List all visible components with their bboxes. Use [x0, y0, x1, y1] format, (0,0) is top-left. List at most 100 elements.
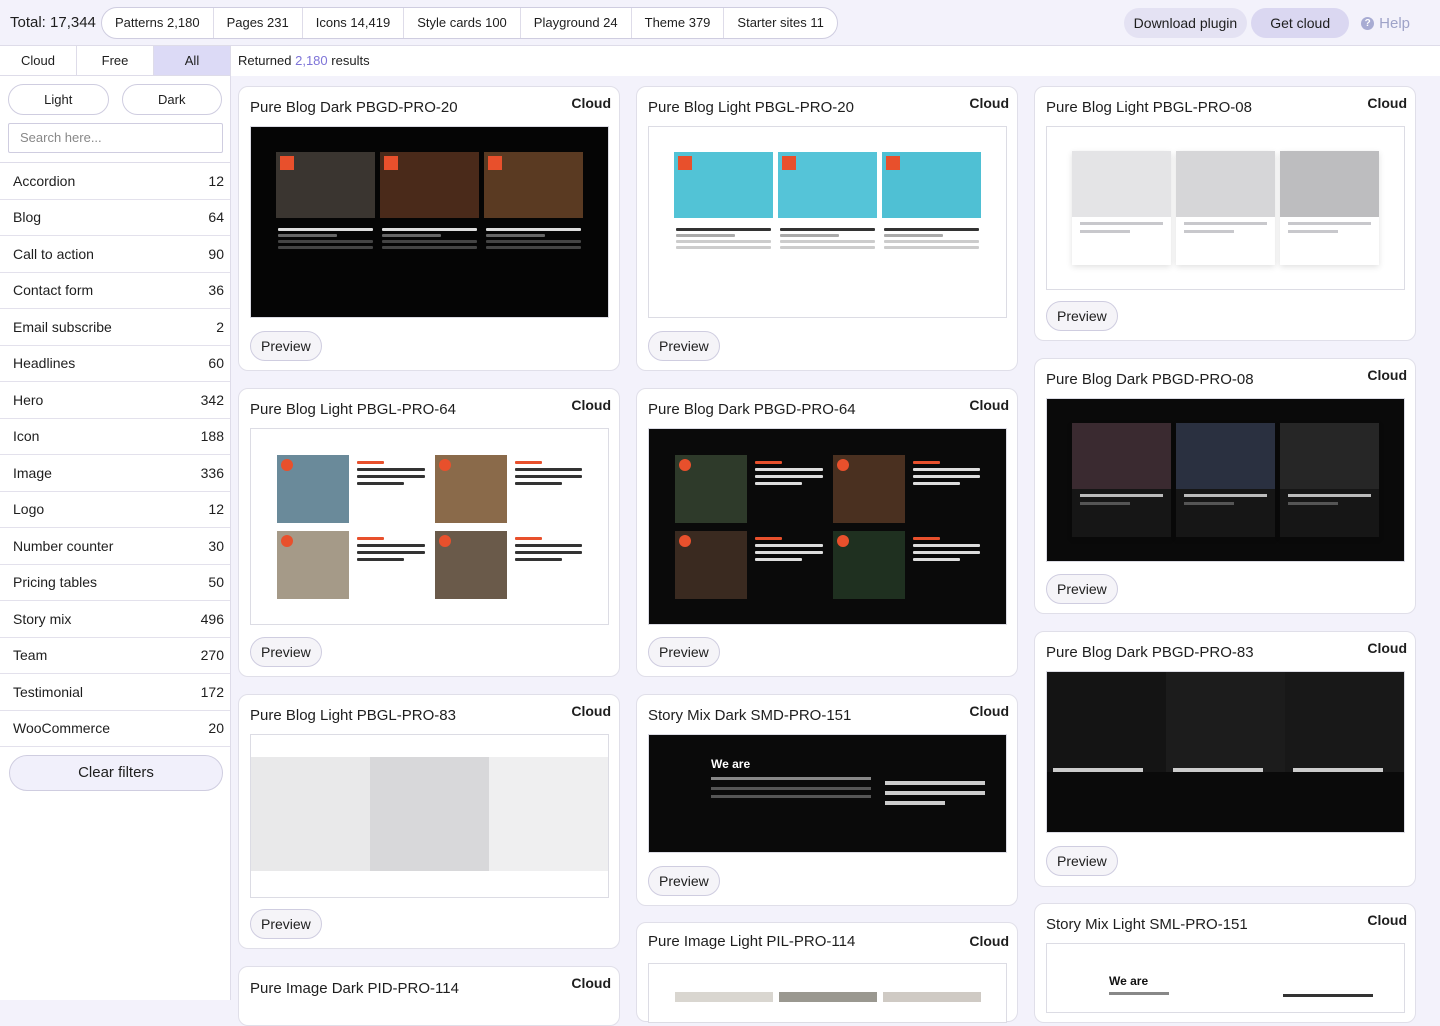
get-cloud-button[interactable]: Get cloud: [1251, 8, 1350, 38]
card-title: Pure Image Light PIL-PRO-114: [648, 933, 856, 950]
pattern-card[interactable]: Pure Blog Dark PBGD-PRO-08 Cloud Preview: [1034, 358, 1416, 614]
pattern-card[interactable]: Pure Blog Light PBGL-PRO-64 Cloud Previe…: [238, 388, 620, 677]
pattern-thumbnail[interactable]: [648, 428, 1007, 625]
category-item[interactable]: Logo 12: [0, 492, 230, 528]
category-item[interactable]: Call to action 90: [0, 236, 230, 273]
tab-style-cards[interactable]: Style cards 100: [403, 7, 520, 38]
pattern-thumbnail[interactable]: [648, 126, 1007, 318]
category-item[interactable]: WooCommerce 20: [0, 711, 230, 747]
cloud-badge: Cloud: [1367, 640, 1407, 656]
tab-pages[interactable]: Pages 231: [212, 7, 302, 38]
preview-button[interactable]: Preview: [250, 909, 322, 939]
pattern-thumbnail[interactable]: We are: [1046, 943, 1405, 1013]
pattern-thumbnail[interactable]: [1046, 671, 1405, 833]
card-title: Pure Blog Dark PBGD-PRO-83: [1046, 644, 1254, 661]
pattern-thumbnail[interactable]: [250, 126, 609, 318]
category-item[interactable]: Email subscribe 2: [0, 309, 230, 346]
pattern-card[interactable]: Pure Blog Light PBGL-PRO-08 Cloud Previe…: [1034, 86, 1416, 341]
category-name: Logo: [13, 501, 45, 518]
preview-button[interactable]: Preview: [1046, 846, 1118, 876]
help-icon: ?: [1361, 16, 1375, 30]
pattern-thumbnail[interactable]: [250, 428, 609, 625]
help-link[interactable]: ? Help: [1361, 15, 1410, 32]
category-item[interactable]: Contact form 36: [0, 273, 230, 309]
clear-filters-button[interactable]: Clear filters: [9, 755, 223, 791]
scope-tab-free[interactable]: Free: [77, 46, 154, 75]
category-item[interactable]: Accordion 12: [0, 163, 230, 200]
category-item[interactable]: Testimonial 172: [0, 674, 230, 711]
pattern-thumbnail[interactable]: [250, 734, 609, 898]
category-name: Story mix: [13, 610, 72, 627]
category-item[interactable]: Pricing tables 50: [0, 565, 230, 601]
results-prefix: Returned: [238, 53, 292, 68]
preview-button[interactable]: Preview: [648, 637, 720, 667]
pattern-card[interactable]: Story Mix Dark SMD-PRO-151 Cloud We are …: [636, 694, 1018, 906]
preview-button[interactable]: Preview: [250, 637, 322, 667]
scope-tab-cloud[interactable]: Cloud: [0, 46, 77, 75]
cloud-badge: Cloud: [969, 95, 1009, 111]
card-title: Pure Blog Light PBGL-PRO-20: [648, 99, 854, 116]
light-mode-button[interactable]: Light: [8, 84, 109, 115]
category-item[interactable]: Headlines 60: [0, 346, 230, 382]
thumb-heading: We are: [711, 757, 751, 771]
category-name: Email subscribe: [13, 318, 112, 335]
tab-starter-sites[interactable]: Starter sites 11: [723, 7, 836, 38]
category-name: Hero: [13, 391, 44, 408]
mode-toggle: Light Dark: [0, 76, 230, 115]
category-count: 64: [208, 209, 224, 226]
cloud-badge: Cloud: [1367, 95, 1407, 111]
tab-patterns[interactable]: Patterns 2,180: [102, 8, 213, 38]
pattern-card[interactable]: Pure Blog Dark PBGD-PRO-20 Cloud Preview: [238, 86, 620, 371]
pattern-card[interactable]: Pure Blog Dark PBGD-PRO-64 Cloud Preview: [636, 388, 1018, 677]
card-title: Pure Image Dark PID-PRO-114: [250, 980, 459, 997]
pattern-card[interactable]: Pure Blog Light PBGL-PRO-83 Cloud Previe…: [238, 694, 620, 949]
pattern-card[interactable]: Story Mix Light SML-PRO-151 Cloud We are: [1034, 903, 1416, 1023]
category-name: Call to action: [13, 245, 94, 262]
tab-playground[interactable]: Playground 24: [519, 7, 631, 38]
download-plugin-button[interactable]: Download plugin: [1123, 8, 1248, 38]
pattern-card[interactable]: Pure Blog Dark PBGD-PRO-83 Cloud Preview: [1034, 631, 1416, 887]
category-count: 342: [200, 391, 224, 408]
category-count: 20: [208, 720, 224, 737]
pattern-card[interactable]: Pure Image Dark PID-PRO-114 Cloud: [238, 966, 620, 1026]
card-title: Pure Blog Light PBGL-PRO-08: [1046, 99, 1252, 116]
category-item[interactable]: Hero 342: [0, 382, 230, 419]
search-input[interactable]: Search here...: [8, 123, 223, 153]
scope-tab-all[interactable]: All: [154, 46, 230, 75]
pattern-thumbnail[interactable]: We are: [648, 734, 1007, 853]
category-name: Number counter: [13, 537, 114, 554]
category-name: Team: [13, 647, 48, 664]
tab-theme[interactable]: Theme 379: [630, 7, 724, 38]
category-count: 2: [216, 318, 224, 335]
preview-button[interactable]: Preview: [1046, 301, 1118, 331]
category-list: Accordion 12 Blog 64 Call to action 90 Cont…: [0, 162, 230, 747]
category-item[interactable]: Image 336: [0, 455, 230, 492]
category-name: Accordion: [13, 172, 76, 189]
preview-button[interactable]: Preview: [1046, 574, 1118, 604]
category-count: 270: [200, 647, 224, 664]
category-name: Contact form: [13, 282, 94, 299]
pattern-thumbnail[interactable]: [648, 963, 1007, 1023]
category-count: 188: [200, 428, 224, 445]
thumb-heading: We are: [1109, 974, 1149, 988]
category-item[interactable]: Blog 64: [0, 200, 230, 236]
pattern-card[interactable]: Pure Blog Light PBGL-PRO-20 Cloud Previe…: [636, 86, 1018, 371]
preview-button[interactable]: Preview: [250, 331, 322, 361]
category-name: Blog: [13, 209, 42, 226]
pattern-thumbnail[interactable]: [1046, 126, 1405, 290]
category-name: Pricing tables: [13, 574, 98, 591]
category-name: Icon: [13, 428, 40, 445]
category-item[interactable]: Number counter 30: [0, 528, 230, 565]
category-count: 30: [208, 537, 224, 554]
category-item[interactable]: Icon 188: [0, 419, 230, 455]
dark-mode-button[interactable]: Dark: [121, 84, 222, 115]
tab-icons[interactable]: Icons 14,419: [301, 7, 403, 38]
help-label: Help: [1379, 14, 1410, 32]
category-item[interactable]: Team 270: [0, 638, 230, 674]
preview-button[interactable]: Preview: [648, 866, 720, 896]
pattern-card[interactable]: Pure Image Light PIL-PRO-114 Cloud: [636, 922, 1018, 1023]
category-item[interactable]: Story mix 496: [0, 601, 230, 638]
preview-button[interactable]: Preview: [648, 331, 720, 361]
pattern-thumbnail[interactable]: [1046, 398, 1405, 562]
results-suffix: results: [331, 53, 370, 68]
